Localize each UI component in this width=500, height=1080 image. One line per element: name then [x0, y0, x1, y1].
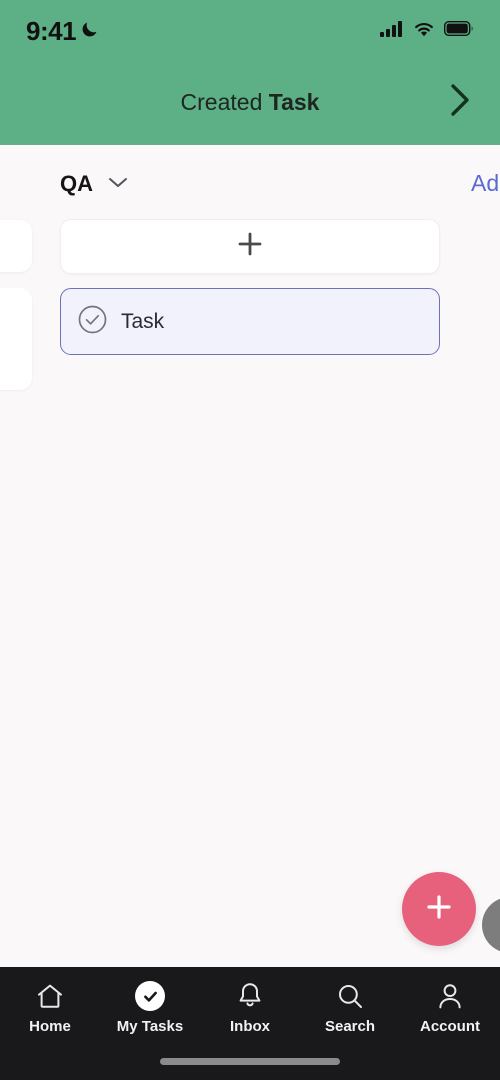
nav-label-home: Home — [29, 1018, 71, 1035]
section-label: QA — [60, 171, 93, 196]
nav-item-account[interactable]: Account — [400, 981, 500, 1047]
page-title: Created Task — [181, 89, 320, 116]
plus-icon — [424, 892, 454, 927]
nav-label-account: Account — [420, 1018, 480, 1035]
add-link[interactable]: Add — [471, 170, 500, 197]
bottom-nav-items: Home My Tasks Inbox Search Account — [0, 967, 500, 1047]
battery-full-icon — [443, 20, 474, 41]
chevron-right-icon — [449, 83, 471, 122]
secondary-action-button[interactable] — [482, 897, 500, 953]
section-selector[interactable]: QA — [60, 171, 129, 197]
nav-label-my-tasks: My Tasks — [116, 1018, 184, 1035]
task-card[interactable]: Task — [60, 288, 440, 355]
check-circle-filled-icon — [135, 981, 165, 1011]
carousel-peek-card-left-top[interactable] — [0, 220, 32, 272]
bell-icon — [236, 981, 264, 1011]
nav-item-inbox[interactable]: Inbox — [200, 981, 300, 1047]
check-circle-icon[interactable] — [78, 305, 107, 339]
crescent-moon-icon — [80, 19, 100, 44]
header-title-row: Created Task — [0, 72, 500, 132]
page-title-prefix: Created — [180, 88, 269, 115]
nav-item-home[interactable]: Home — [0, 981, 100, 1047]
nav-item-search[interactable]: Search — [300, 981, 400, 1047]
status-bar-right — [380, 20, 474, 42]
nav-label-search: Search — [324, 1018, 376, 1035]
person-icon — [436, 981, 464, 1011]
wifi-icon — [413, 21, 435, 42]
nav-item-my-tasks[interactable]: My Tasks — [100, 981, 200, 1047]
add-task-card[interactable] — [60, 219, 440, 274]
search-icon — [336, 981, 365, 1011]
bottom-navigation-bar: Home My Tasks Inbox Search Account — [0, 967, 500, 1080]
nav-label-inbox: Inbox — [230, 1018, 270, 1035]
status-bar: 9:41 — [0, 0, 500, 62]
home-indicator[interactable] — [160, 1058, 340, 1065]
chevron-down-icon[interactable] — [107, 175, 129, 194]
status-bar-time: 9:41 — [26, 15, 77, 46]
page-title-emphasis: Task — [268, 88, 320, 115]
cellular-signal-icon — [380, 20, 404, 42]
status-bar-left: 9:41 — [26, 16, 100, 47]
task-card-label: Task — [121, 309, 165, 333]
home-icon — [35, 981, 65, 1011]
create-task-fab[interactable] — [402, 872, 476, 946]
carousel-peek-card-left-bottom[interactable] — [0, 288, 32, 390]
section-header-row: QA — [0, 160, 500, 208]
green-header-banner: 9:41 Created Task — [0, 0, 500, 145]
plus-icon — [237, 231, 263, 262]
header-forward-button[interactable] — [436, 78, 484, 126]
app-screen: 9:41 Created Task QA Ad Task Home My Tas… — [0, 0, 500, 1080]
